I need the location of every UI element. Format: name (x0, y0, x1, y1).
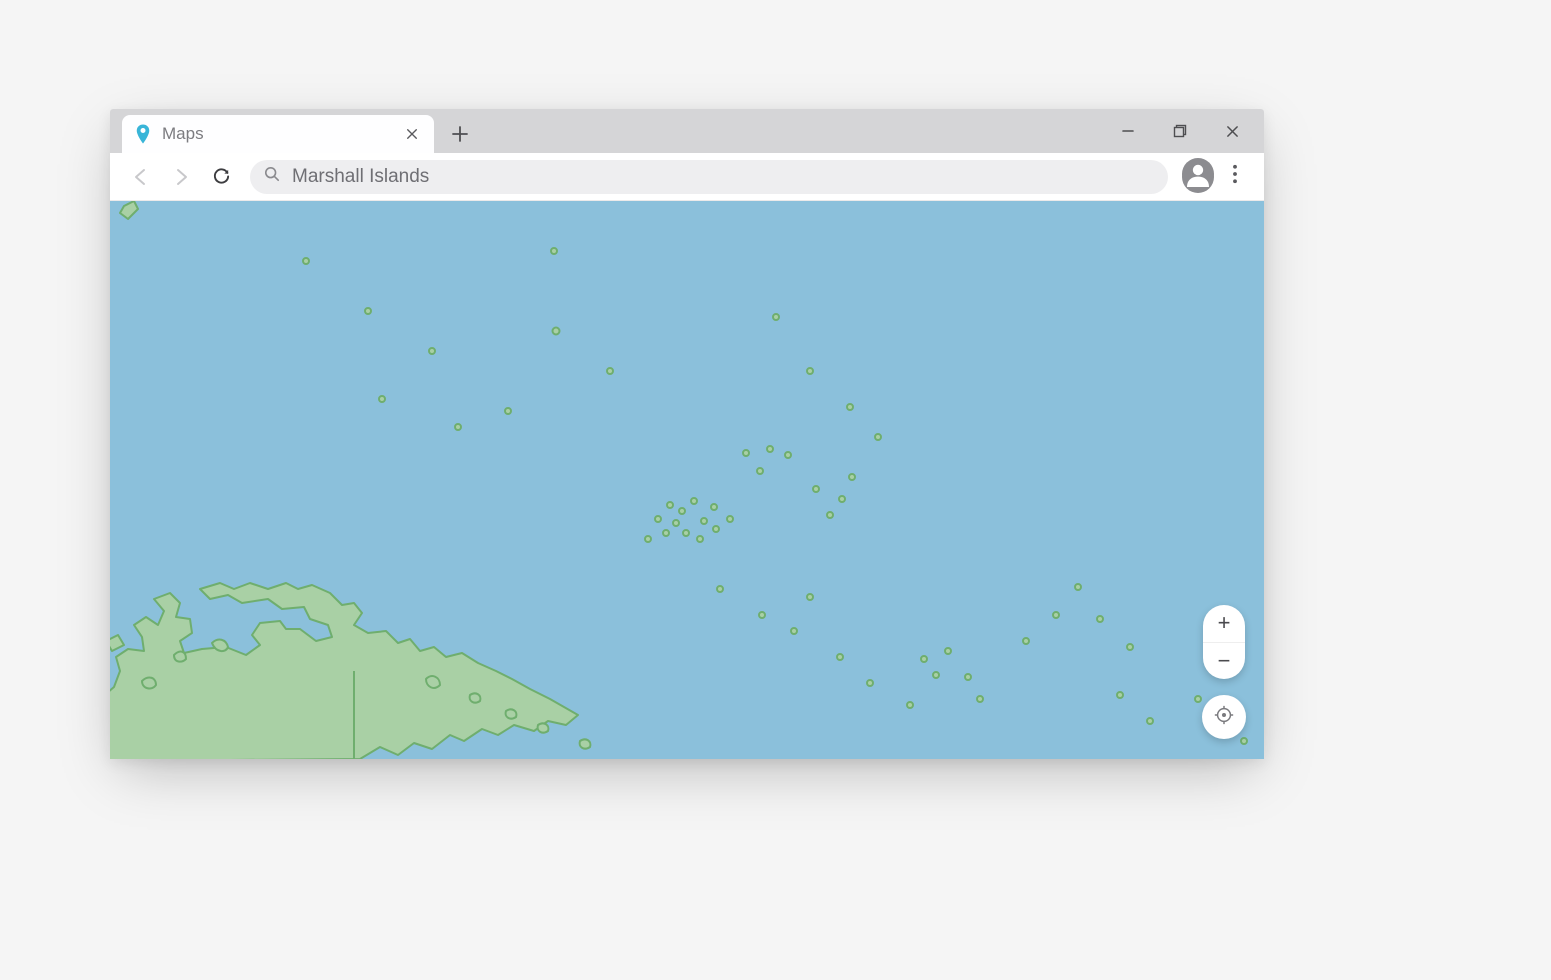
tab-title: Maps (162, 124, 392, 144)
person-icon (1182, 158, 1214, 195)
address-input[interactable] (292, 166, 1154, 188)
zoom-in-button[interactable]: + (1203, 605, 1245, 642)
forward-button[interactable] (164, 160, 198, 194)
address-bar[interactable] (250, 160, 1168, 194)
crosshair-icon (1213, 704, 1235, 731)
close-window-button[interactable] (1206, 109, 1258, 153)
tab-close-button[interactable] (402, 124, 422, 144)
kebab-menu-icon (1232, 164, 1238, 189)
tab-maps[interactable]: Maps (122, 115, 434, 153)
tab-bar: Maps (110, 109, 1264, 153)
search-icon (264, 166, 280, 187)
locate-me-button[interactable] (1202, 695, 1246, 739)
browser-window: Maps (110, 109, 1264, 759)
zoom-control: + − (1203, 605, 1245, 679)
window-controls (1102, 109, 1258, 153)
minimize-button[interactable] (1102, 109, 1154, 153)
back-button[interactable] (124, 160, 158, 194)
maximize-button[interactable] (1154, 109, 1206, 153)
map-viewport[interactable]: + − (110, 201, 1264, 759)
map-pin-icon (134, 123, 152, 145)
profile-button[interactable] (1182, 161, 1214, 193)
zoom-out-button[interactable]: − (1203, 642, 1245, 680)
reload-button[interactable] (204, 160, 238, 194)
menu-button[interactable] (1220, 160, 1250, 194)
map-controls: + − (1202, 605, 1246, 739)
browser-toolbar (110, 153, 1264, 201)
new-tab-button[interactable] (440, 115, 480, 153)
map-canvas[interactable] (110, 201, 1264, 759)
